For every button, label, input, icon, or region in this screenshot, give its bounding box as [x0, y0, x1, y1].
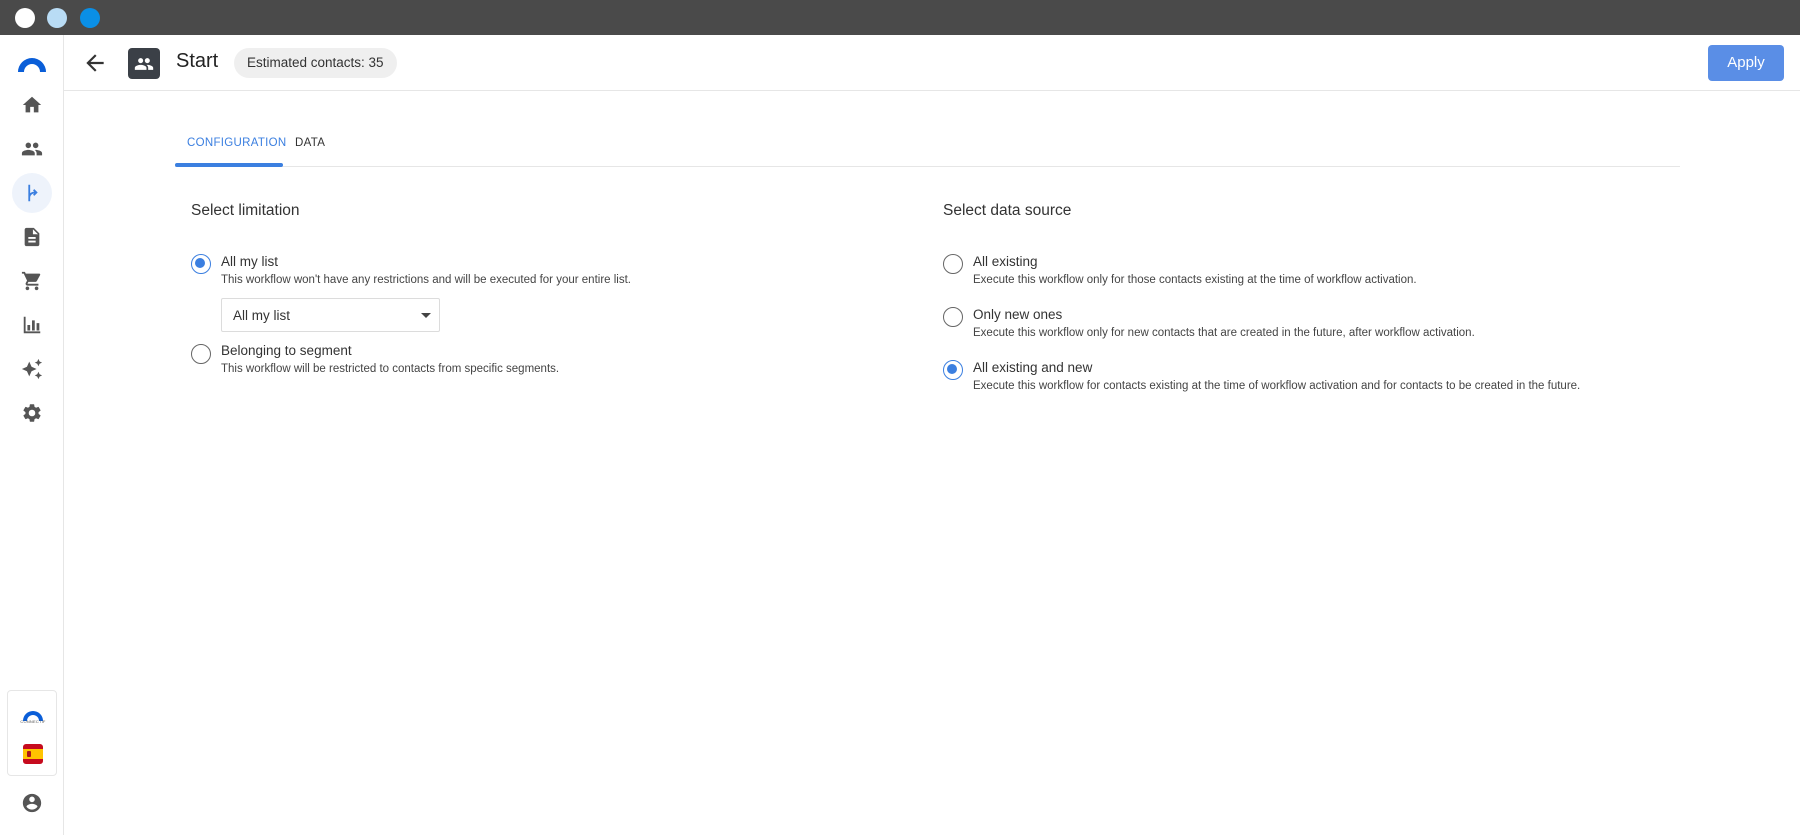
option-label: Belonging to segment	[221, 343, 352, 358]
tab-configuration[interactable]: CONFIGURATION	[187, 137, 287, 149]
sidebar-item-ai[interactable]	[12, 349, 52, 389]
radio-all-existing-and-new[interactable]	[943, 360, 963, 380]
account-icon[interactable]	[21, 792, 43, 814]
caret-down-icon	[421, 313, 431, 318]
sidebar-item-reports[interactable]	[12, 305, 52, 345]
home-icon	[22, 96, 42, 113]
document-icon	[24, 227, 40, 247]
radio-only-new-ones[interactable]	[943, 307, 963, 327]
arrow-left-icon	[86, 54, 104, 72]
window-maximize-button[interactable]	[80, 8, 100, 28]
radio-belonging-to-segment[interactable]	[191, 344, 211, 364]
cart-icon	[21, 271, 41, 291]
list-select[interactable]: All my list	[221, 298, 440, 332]
option-label: All existing	[973, 254, 1038, 269]
option-description: Execute this workflow for contacts exist…	[973, 380, 1581, 392]
people-icon	[21, 142, 43, 156]
option-description: Execute this workflow only for those con…	[973, 274, 1417, 286]
sidebar-item-home[interactable]	[12, 85, 52, 125]
sidebar-item-templates[interactable]	[12, 217, 52, 257]
spain-flag-icon[interactable]	[23, 744, 43, 764]
radio-all-existing[interactable]	[943, 254, 963, 274]
select-value: All my list	[233, 308, 290, 323]
option-label: All existing and new	[973, 360, 1093, 375]
radio-all-my-list[interactable]	[191, 254, 211, 274]
tab-bar: CONFIGURATION DATA	[175, 125, 1680, 167]
back-button[interactable]	[82, 50, 108, 76]
start-node-icon	[128, 48, 160, 79]
sidebar-item-ecommerce[interactable]	[12, 261, 52, 301]
gear-icon	[23, 404, 41, 422]
brand-mini-text: CONNECTIF	[20, 719, 46, 724]
window-minimize-button[interactable]	[47, 8, 67, 28]
option-description: This workflow won't have any restriction…	[221, 274, 631, 286]
window-titlebar	[0, 0, 1800, 35]
sparkle-icon	[21, 358, 43, 380]
option-description: Execute this workflow only for new conta…	[973, 327, 1475, 339]
tab-data[interactable]: DATA	[295, 137, 325, 149]
bar-chart-icon	[23, 316, 41, 334]
active-tab-indicator	[175, 163, 283, 167]
people-icon	[134, 57, 154, 70]
page-header: Start Estimated contacts: 35 Apply	[64, 35, 1800, 91]
brand-logo[interactable]	[16, 54, 48, 74]
apply-button[interactable]: Apply	[1708, 45, 1784, 81]
sidebar-item-settings[interactable]	[12, 393, 52, 433]
page-title: Start	[176, 50, 219, 72]
sidebar: CONNECTIF	[0, 35, 64, 835]
sidebar-item-workflows[interactable]	[12, 173, 52, 213]
option-description: This workflow will be restricted to cont…	[221, 363, 560, 375]
limitation-title: Select limitation	[191, 202, 300, 219]
window-close-button[interactable]	[15, 8, 35, 28]
estimated-contacts-badge: Estimated contacts: 35	[234, 48, 397, 78]
option-label: Only new ones	[973, 307, 1063, 322]
workspace-card: CONNECTIF	[7, 690, 57, 776]
option-label: All my list	[221, 254, 278, 269]
data-source-title: Select data source	[943, 202, 1072, 219]
workflow-icon	[28, 184, 38, 202]
sidebar-item-contacts[interactable]	[12, 129, 52, 169]
brand-mini-logo[interactable]	[20, 707, 46, 727]
